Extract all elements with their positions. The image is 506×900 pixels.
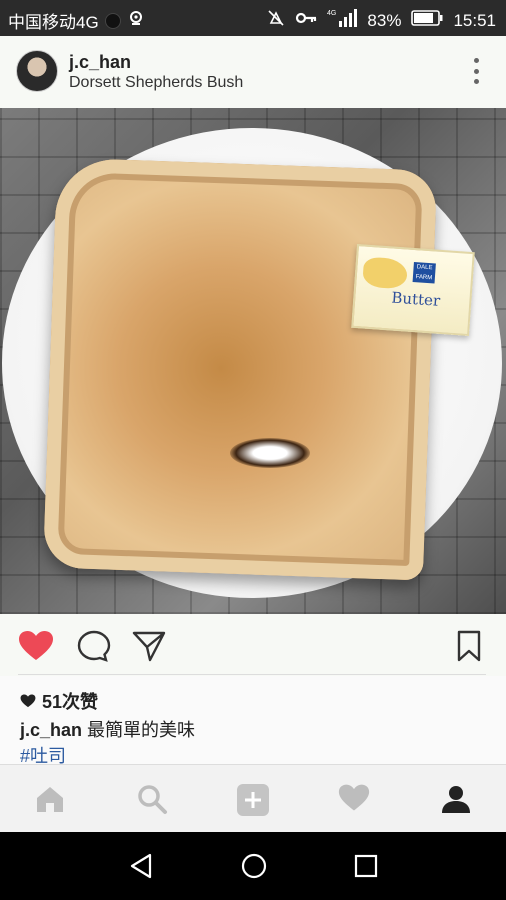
butter-brand-logo: DALE FARM — [412, 261, 436, 284]
post-photo[interactable]: DALE FARM Butter — [0, 108, 506, 614]
home-circle-icon[interactable] — [240, 852, 268, 880]
post-location[interactable]: Dorsett Shepherds Bush — [69, 74, 243, 92]
toast-slice — [42, 157, 438, 581]
small-heart-icon — [20, 694, 36, 708]
battery-icon — [411, 10, 443, 31]
caption-username[interactable]: j.c_han — [20, 720, 82, 740]
home-icon[interactable] — [34, 783, 68, 817]
search-icon[interactable] — [136, 783, 170, 817]
location-notif-icon — [127, 9, 145, 32]
divider — [18, 674, 486, 675]
notification-dot-icon — [104, 12, 121, 29]
butter-curl — [362, 256, 409, 290]
battery-percent: 83% — [367, 10, 402, 30]
caption: j.c_han 最簡單的美味 — [20, 716, 195, 742]
signal-icon: 4G — [327, 8, 358, 33]
butter-package: DALE FARM Butter — [351, 243, 475, 337]
android-nav-bar — [0, 832, 506, 900]
heart-filled-icon[interactable] — [18, 630, 53, 662]
likes-label: 51次赞 — [42, 692, 99, 712]
bookmark-icon[interactable] — [456, 630, 490, 662]
add-icon[interactable] — [236, 783, 270, 817]
butter-label: Butter — [390, 288, 441, 310]
activity-icon[interactable] — [338, 783, 372, 817]
status-bar: 中国移动4G 4G 83% 15:51 — [0, 0, 506, 36]
profile-icon[interactable] — [440, 783, 474, 817]
bottom-tab-bar — [0, 764, 506, 832]
recents-icon[interactable] — [352, 852, 380, 880]
likes-count[interactable]: 51次赞 — [20, 688, 98, 714]
avatar[interactable] — [16, 50, 58, 92]
key-icon — [295, 9, 317, 32]
share-icon[interactable] — [132, 630, 166, 662]
more-options-icon[interactable] — [472, 58, 480, 84]
mute-icon — [267, 9, 285, 32]
post-username[interactable]: j.c_han — [69, 52, 131, 73]
clock: 15:51 — [453, 10, 496, 30]
post-header: j.c_han Dorsett Shepherds Bush — [0, 36, 506, 108]
burnt-spot — [230, 438, 310, 468]
svg-text:4G: 4G — [327, 10, 336, 17]
back-icon[interactable] — [128, 852, 156, 880]
comment-icon[interactable] — [77, 630, 111, 662]
carrier-label: 中国移动4G — [8, 13, 99, 32]
caption-text: 最簡單的美味 — [87, 720, 196, 740]
post-actions — [0, 614, 506, 676]
